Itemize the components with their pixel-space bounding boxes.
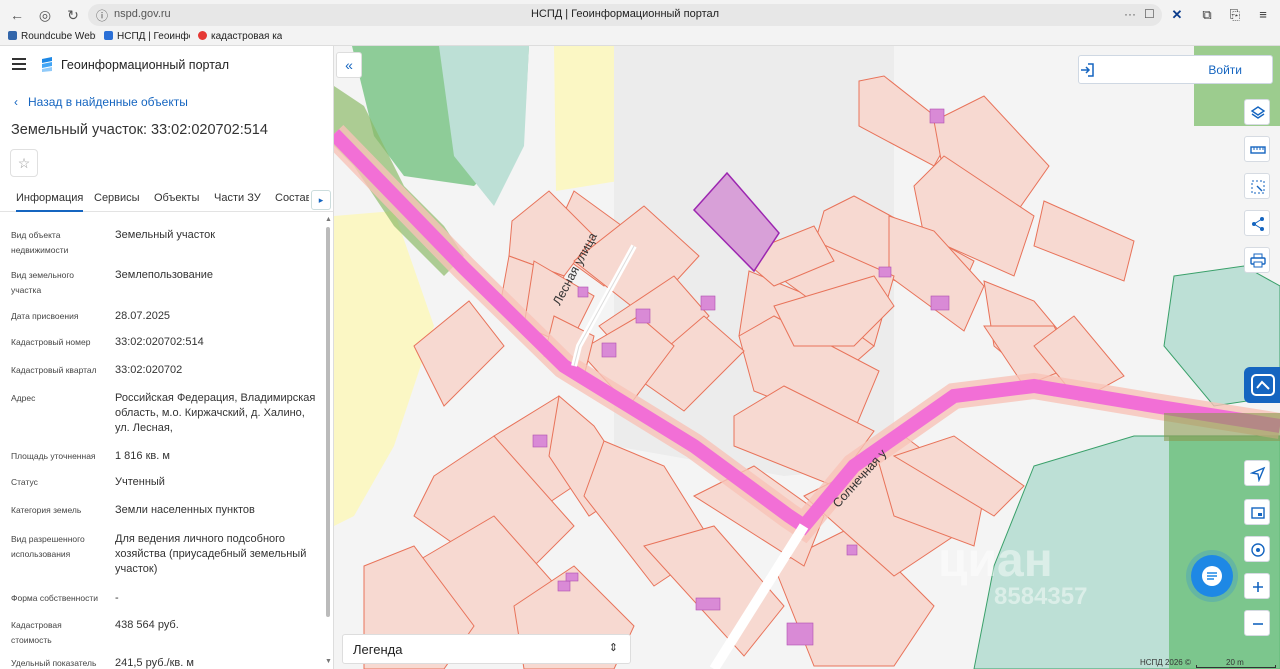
legend-dropdown[interactable]: Легенда ⇕ [342, 634, 631, 664]
feedback-icon [1251, 374, 1275, 396]
chat-icon [1202, 566, 1222, 586]
attribute-value: Земли населенных пунктов [115, 504, 255, 516]
attribute-label: Дата присвоения [11, 311, 79, 321]
geolocation-button[interactable] [1244, 460, 1270, 486]
print-button[interactable] [1244, 247, 1270, 273]
layers-button[interactable] [1244, 99, 1270, 125]
panel-scrollbar[interactable] [325, 222, 331, 662]
attribute-value: 33:02:020702:514 [115, 336, 204, 348]
tab-composition[interactable]: Состав [275, 192, 309, 204]
map-view[interactable]: Лесная улица Солнечная у циан 8584357 « … [334, 46, 1280, 669]
attribute-value: 1 816 кв. м [115, 450, 170, 462]
portal-logo-icon [42, 57, 52, 72]
attribute-value: Для ведения личного подсобного хозяйства… [115, 533, 307, 575]
attribute-label: Статус [11, 477, 38, 487]
share-page-icon[interactable]: ⎘ [1226, 6, 1244, 24]
attribute-label: Кадастровая стоимость [11, 620, 62, 645]
tab-parts[interactable]: Части ЗУ [214, 192, 261, 204]
select-area-icon [1251, 180, 1265, 194]
scale-bar [1196, 665, 1276, 668]
road-strip [1164, 413, 1280, 441]
minus-icon [1253, 623, 1263, 625]
login-icon [1081, 63, 1094, 77]
attribute-label: Площадь уточненная [11, 451, 96, 461]
more-icon[interactable]: ··· [1124, 7, 1136, 21]
browser-toolbar: ← ◎ ↻ ⓘ nspd.gov.ru НСПД | Геоинформацио… [0, 0, 1280, 30]
select-area-button[interactable] [1244, 173, 1270, 199]
attribute-value: 33:02:020702 [115, 364, 183, 376]
menu-icon[interactable]: ≡ [1254, 6, 1272, 24]
portal-title: Геоинформационный портал [61, 58, 230, 72]
tab-bar: Информация Сервисы Объекты Части ЗУ Сост… [0, 186, 333, 212]
bookmark-item[interactable]: НСПД | Геоинфор [104, 31, 190, 42]
reload-icon[interactable]: ↻ [64, 6, 82, 24]
page-tab-title: НСПД | Геоинформационный портал [530, 8, 720, 20]
attribute-label: Вид земельного участка [11, 270, 75, 295]
watermark-number: 8584357 [994, 583, 1088, 610]
attribute-label: Вид объекта недвижимости [11, 230, 69, 255]
back-arrow-icon[interactable]: ← [8, 6, 26, 24]
attribute-value: Земельный участок [115, 229, 216, 241]
hamburger-menu-icon[interactable] [12, 58, 26, 70]
back-link[interactable]: ‹ Назад в найденные объекты [14, 95, 188, 109]
extension-logo-icon[interactable]: ✕ [1168, 6, 1186, 24]
minimap-button[interactable] [1244, 499, 1270, 525]
feedback-tab[interactable] [1244, 367, 1280, 403]
tab-services[interactable]: Сервисы [94, 192, 140, 204]
puzzle-icon[interactable]: ⧉ [1198, 6, 1216, 24]
bookmark-icon[interactable]: ☐ [1144, 7, 1155, 21]
bookmarks-bar: Roundcube Webm НСПД | Геоинфор кадастров… [0, 30, 1280, 46]
scrollbar-thumb[interactable] [326, 227, 330, 617]
attribute-value: - [115, 592, 119, 604]
attribute-value: 241,5 руб./кв. м [115, 657, 194, 669]
attribute-value: Землепользование [115, 269, 214, 281]
scroll-down-icon[interactable]: ▼ [325, 658, 332, 665]
attribute-label: Кадастровый номер [11, 337, 91, 347]
collapse-panel-icon[interactable]: « [336, 52, 362, 78]
plus-icon [1253, 582, 1263, 592]
login-label: Войти [1208, 63, 1242, 77]
favorite-star-icon[interactable]: ☆ [10, 149, 38, 177]
ruler-button[interactable] [1244, 136, 1270, 162]
watermark-text: циан [938, 534, 1053, 587]
print-icon [1250, 253, 1266, 268]
attribute-value: Российская Федерация, Владимирская облас… [115, 392, 316, 434]
share-icon [1252, 217, 1264, 231]
tab-info[interactable]: Информация [16, 192, 84, 212]
tabs-scroll-right-icon[interactable]: ▸ [311, 190, 331, 210]
attribute-label: Вид разрешенного использования [11, 534, 85, 559]
map-canvas[interactable] [334, 46, 1280, 669]
legend-label: Легенда [353, 642, 403, 657]
attribute-label: Удельный показатель [11, 658, 97, 668]
chat-button[interactable] [1191, 555, 1233, 597]
address-bar[interactable]: ⓘ nspd.gov.ru НСПД | Геоинформационный п… [88, 4, 1162, 26]
info-panel: Геоинформационный портал ‹ Назад в найден… [0, 46, 334, 669]
object-title: Земельный участок: 33:02:020702:514 [11, 122, 268, 138]
attribute-label: Категория земель [11, 505, 82, 515]
zoom-out-button[interactable] [1244, 610, 1270, 636]
zoom-in-button[interactable] [1244, 573, 1270, 599]
chevron-left-icon: ‹ [14, 95, 18, 109]
location-pin-button[interactable] [1244, 536, 1270, 562]
navigation-arrow-icon [1250, 466, 1266, 482]
attribute-label: Кадастровый квартал [11, 365, 97, 375]
minimap-icon [1251, 507, 1265, 519]
share-button[interactable] [1244, 210, 1270, 236]
attribute-label: Форма собственности [11, 593, 98, 603]
attribute-value: 438 564 руб. [115, 619, 179, 631]
target-icon [1251, 543, 1265, 557]
attribute-value: 28.07.2025 [115, 310, 171, 322]
expand-collapse-icon: ⇕ [608, 642, 618, 654]
tab-objects[interactable]: Объекты [154, 192, 199, 204]
bookmark-item[interactable]: кадастровая карт [198, 31, 282, 42]
attribute-value: Учтенный [115, 476, 165, 488]
attribute-label: Адрес [11, 393, 36, 403]
shield-icon[interactable]: ◎ [36, 6, 54, 24]
layers-icon [1250, 106, 1266, 119]
bookmark-item[interactable]: Roundcube Webm [8, 31, 96, 42]
ruler-icon [1250, 146, 1266, 154]
login-button[interactable]: Войти [1078, 55, 1273, 84]
copyright-text: НСПД 2026 © [1140, 658, 1191, 667]
